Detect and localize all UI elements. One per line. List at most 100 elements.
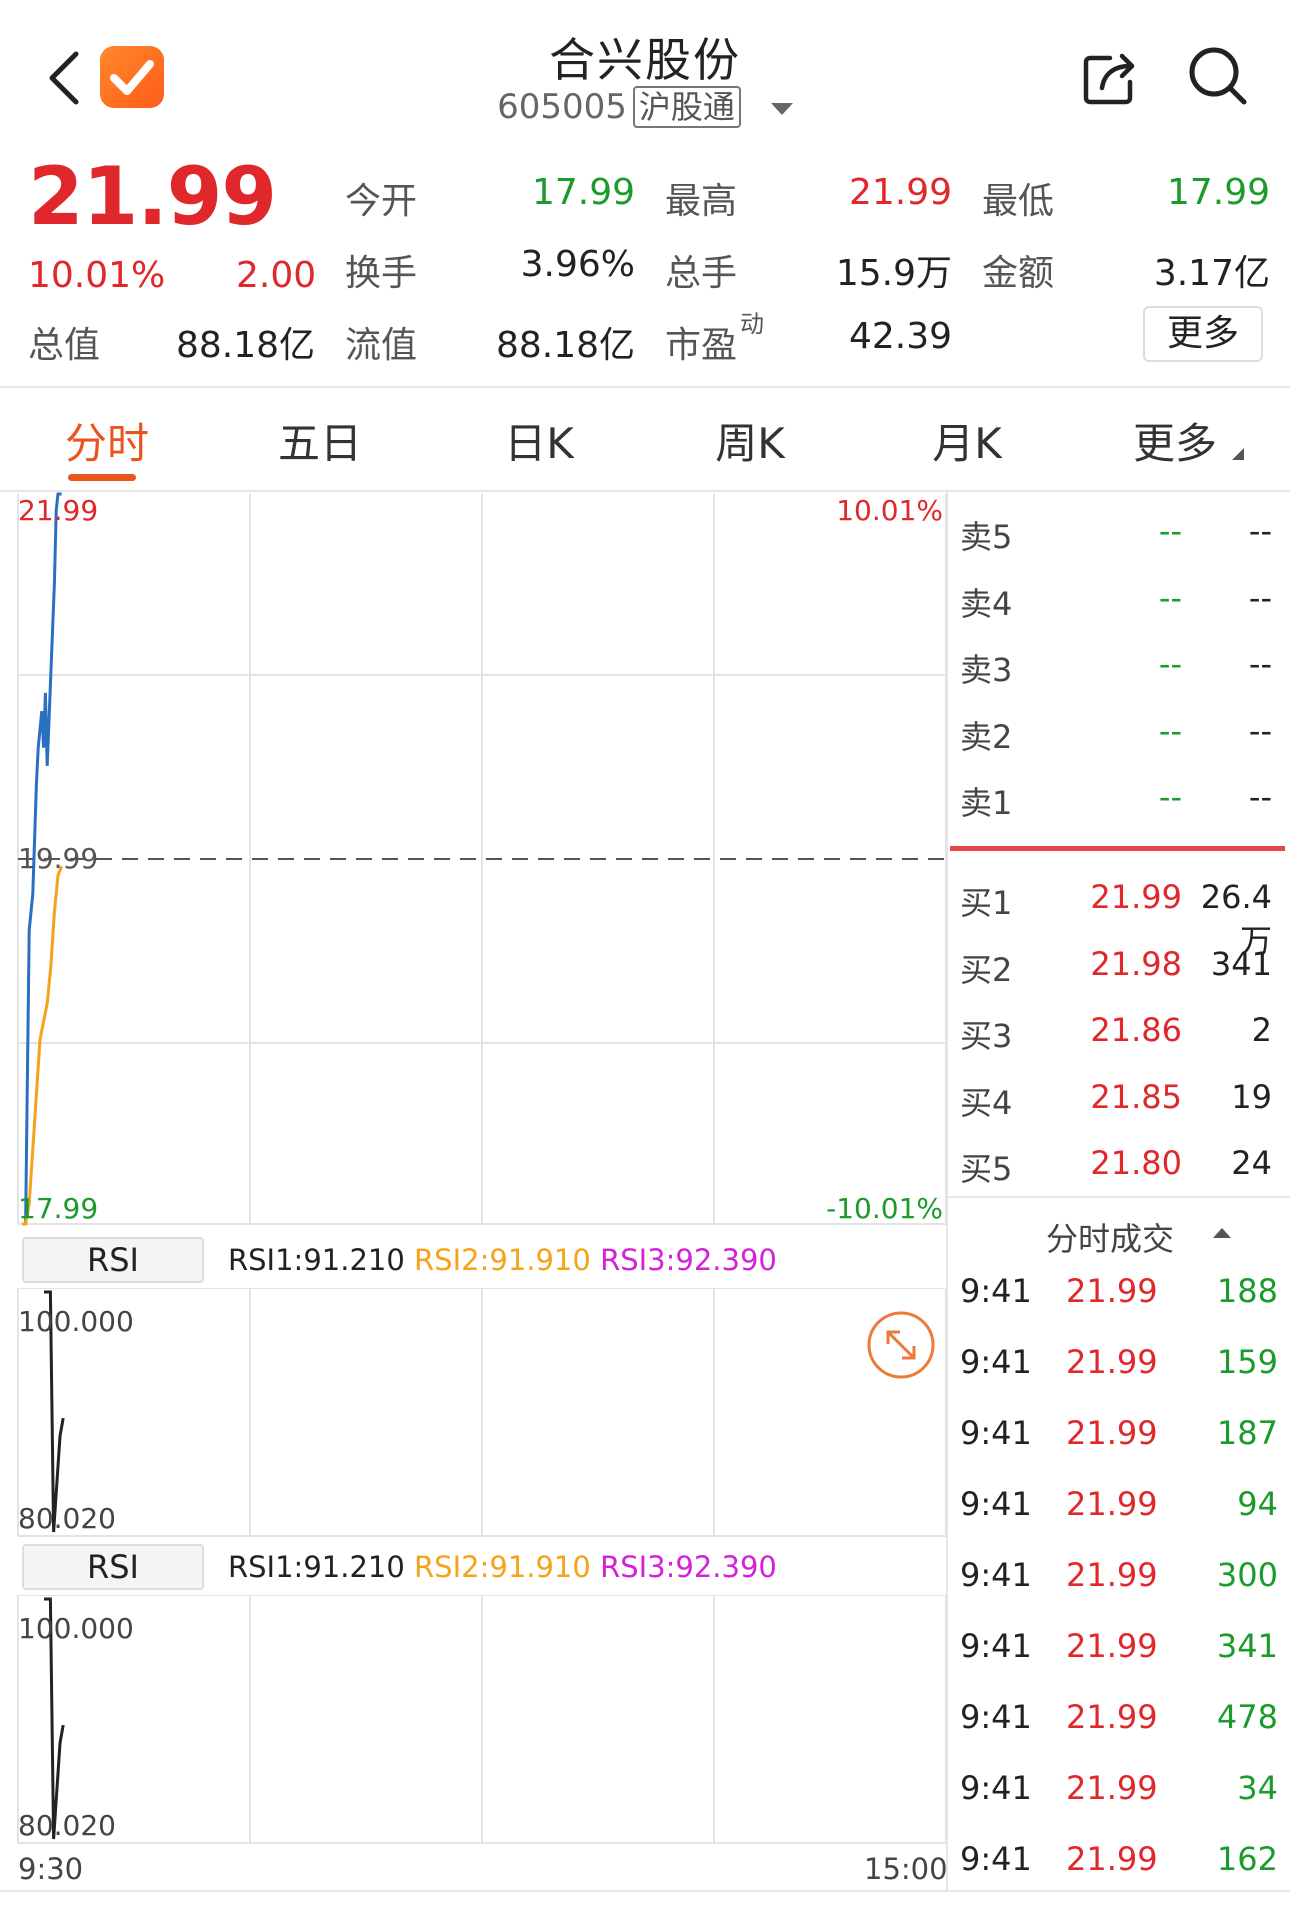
low-value: 17.99: [1166, 172, 1270, 213]
trade-time: 9:41: [960, 1769, 1032, 1807]
trade-row: 9:41 21.99 188: [960, 1272, 1278, 1332]
y-bottom-label: 17.99: [18, 1192, 98, 1225]
turnover-label: 换手: [345, 253, 418, 294]
level-volume: 19: [1231, 1077, 1272, 1116]
intraday-chart[interactable]: 21.99 19.99 17.99 10.01% -10.01%: [0, 490, 948, 1230]
level-volume: --: [1248, 711, 1272, 750]
level-label: 买1: [960, 884, 1013, 922]
connect-tag: 沪股通: [632, 86, 741, 128]
y-top-label: 21.99: [18, 494, 98, 527]
caret-up-icon[interactable]: [1213, 1228, 1231, 1238]
divider: [0, 386, 1290, 388]
chevron-down-icon[interactable]: [770, 102, 793, 115]
trade-time: 9:41: [960, 1485, 1032, 1523]
level-price: 21.86: [1090, 1011, 1182, 1049]
rsi-chart[interactable]: 100.000 80.020: [0, 1595, 948, 1845]
trade-price: 21.99: [1066, 1698, 1158, 1736]
rsi-grid: [17, 1288, 947, 1537]
trade-time: 9:41: [960, 1627, 1032, 1665]
trade-row: 9:41 21.99 300: [960, 1556, 1278, 1616]
rsi-grid: [17, 1595, 947, 1844]
level-volume: --: [1248, 778, 1272, 816]
turnover-value: 3.96%: [520, 244, 635, 285]
rsi-bottom-label: 80.020: [18, 1502, 116, 1535]
current-price: 21.99: [28, 150, 277, 243]
open-label: 今开: [345, 181, 418, 222]
search-icon[interactable]: [1186, 44, 1250, 108]
tab-daily-k[interactable]: 日K: [449, 410, 629, 471]
rsi-indicator-button[interactable]: RSI: [22, 1237, 204, 1283]
change-amount: 2.00: [236, 255, 317, 296]
more-quote-button[interactable]: 更多: [1143, 306, 1263, 362]
trade-price: 21.99: [1066, 1414, 1158, 1452]
trade-row: 9:41 21.99 478: [960, 1698, 1278, 1758]
high-value: 21.99: [848, 172, 952, 213]
trade-time: 9:41: [960, 1698, 1032, 1736]
bid-row: 买1 21.99 26.4万: [960, 878, 1275, 960]
tab-monthly-k[interactable]: 月K: [877, 410, 1057, 471]
bid-row: 买3 21.86 2: [960, 1011, 1275, 1077]
level-label: 买3: [960, 1017, 1013, 1055]
trade-row: 9:41 21.99 94: [960, 1485, 1278, 1545]
level-label: 卖1: [960, 784, 1013, 822]
mktcap-label: 总值: [28, 325, 101, 366]
trade-price: 21.99: [1066, 1627, 1158, 1665]
panel-divider: [946, 490, 948, 1890]
rsi3-value: RSI3:92.390: [600, 1550, 777, 1584]
level-label: 买2: [960, 950, 1013, 989]
level-price: --: [1158, 778, 1182, 816]
change-percent: 10.01%: [28, 255, 166, 296]
level-label: 卖4: [960, 584, 1013, 623]
level-price: --: [1158, 578, 1182, 617]
trade-row: 9:41 21.99 34: [960, 1769, 1278, 1829]
top-nav-bar: 合兴股份 605005 沪股通: [0, 0, 1290, 150]
tab-intraday[interactable]: 分时: [17, 410, 197, 471]
ask-row: 卖3 -- --: [960, 645, 1275, 711]
level-volume: 341: [1210, 944, 1272, 983]
trade-volume: 162: [1216, 1840, 1278, 1878]
stock-code: 605005: [497, 87, 627, 127]
level-price: 21.85: [1090, 1077, 1182, 1116]
expand-icon[interactable]: [866, 1310, 936, 1380]
share-icon[interactable]: [1080, 48, 1140, 108]
trade-volume: 478: [1216, 1698, 1278, 1736]
trade-price: 21.99: [1066, 1556, 1158, 1594]
tab-five-day[interactable]: 五日: [230, 410, 410, 471]
rsi-chart[interactable]: 100.000 80.020: [0, 1288, 948, 1538]
trade-time: 9:41: [960, 1272, 1032, 1310]
trade-price: 21.99: [1066, 1485, 1158, 1523]
level-label: 卖2: [960, 717, 1013, 756]
rsi1-value: RSI1:91.210: [228, 1550, 405, 1584]
level-volume: 2: [1251, 1011, 1272, 1049]
level-price: --: [1158, 711, 1182, 750]
rsi1-value: RSI1:91.210: [228, 1243, 405, 1277]
trade-time: 9:41: [960, 1414, 1032, 1452]
level-volume: --: [1248, 645, 1272, 683]
amount-label: 金额: [982, 253, 1055, 294]
trades-title[interactable]: 分时成交: [1046, 1214, 1174, 1260]
level-volume: --: [1248, 578, 1272, 617]
rsi3-value: RSI3:92.390: [600, 1243, 777, 1277]
rsi-indicator-button[interactable]: RSI: [22, 1544, 204, 1590]
rsi2-value: RSI2:91.910: [414, 1550, 591, 1584]
trade-row: 9:41 21.99 159: [960, 1343, 1278, 1403]
trade-row: 9:41 21.99 341: [960, 1627, 1278, 1687]
level-price: 21.99: [1090, 878, 1182, 916]
level-label: 卖3: [960, 651, 1013, 689]
tab-more[interactable]: 更多: [1085, 410, 1265, 471]
trade-price: 21.99: [1066, 1272, 1158, 1310]
y-top-right-label: 10.01%: [836, 494, 943, 527]
trade-volume: 187: [1216, 1414, 1278, 1452]
ask-row: 卖1 -- --: [960, 778, 1275, 844]
ask-row: 卖5 -- --: [960, 512, 1275, 578]
tab-weekly-k[interactable]: 周K: [660, 410, 840, 471]
bid-row: 买5 21.80 24: [960, 1144, 1275, 1210]
rsi-top-label: 100.000: [18, 1612, 134, 1645]
trade-volume: 300: [1216, 1556, 1278, 1594]
trade-time: 9:41: [960, 1343, 1032, 1381]
volume-value: 15.9万: [835, 253, 952, 294]
trade-price: 21.99: [1066, 1343, 1158, 1381]
open-value: 17.99: [531, 172, 635, 213]
level-volume: 24: [1231, 1144, 1272, 1182]
level-price: 21.98: [1090, 944, 1182, 983]
